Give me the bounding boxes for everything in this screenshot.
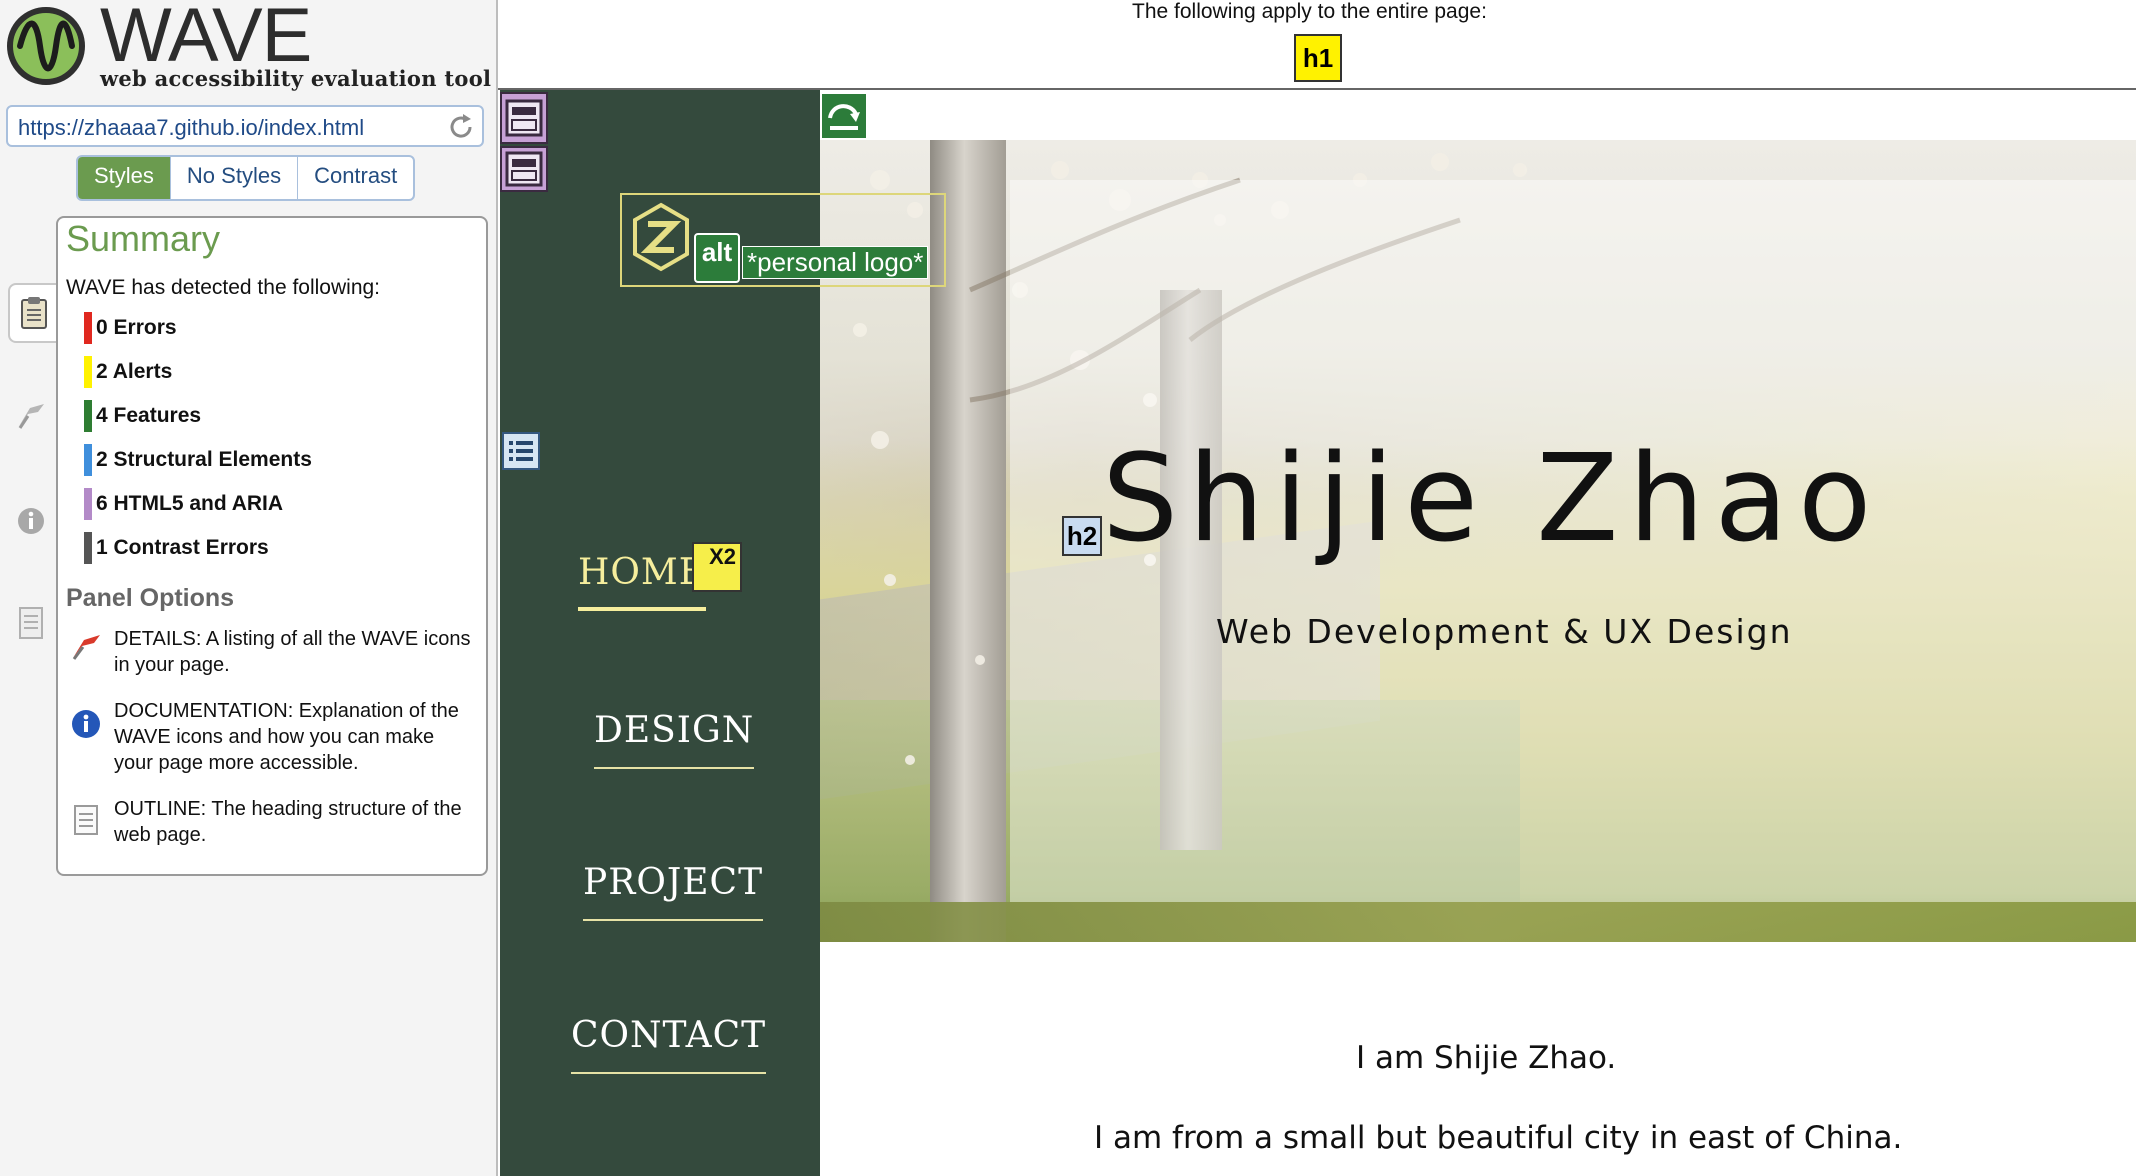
personal-logo-icon[interactable] [630,202,692,272]
errors-count-label: 0 Errors [96,316,177,339]
contrast-color-bar [84,532,92,564]
contrast-errors-count-label: 1 Contrast Errors [96,536,269,559]
contrast-errors-count[interactable]: 1 Contrast Errors [84,532,269,564]
hero-name-heading: Shijie Zhao [1102,430,1882,569]
detected-text: WAVE has detected the following: [66,276,381,299]
details-option-text: DETAILS: A listing of all the WAVE icons… [114,628,471,676]
html5-aria-count[interactable]: 6 HTML5 and ARIA [84,488,283,520]
nav-project-link[interactable]: PROJECT [583,862,764,921]
alerts-count-label: 2 Alerts [96,360,173,383]
details-flag-icon [72,635,100,660]
features-count-label: 4 Features [96,404,202,427]
alerts-count[interactable]: 2 Alerts [84,356,172,388]
structural-count[interactable]: 2 Structural Elements [84,444,312,476]
wave-title: WAVE [100,0,312,78]
errors-count[interactable]: 0 Errors [84,312,177,344]
outline-document-icon [74,805,98,835]
h1-icon[interactable]: h1 [1294,34,1342,82]
wave-sidebar: WAVE web accessibility evaluation tool h… [0,0,498,1176]
html5-aria-color-bar [84,488,92,520]
details-flag-icon[interactable] [8,392,54,438]
view-mode-tabs: Styles No Styles Contrast [76,155,416,201]
documentation-info-icon[interactable] [8,498,54,544]
url-input[interactable]: https://zhaaaa7.github.io/index.html [6,105,484,147]
intro-text: I am Shijie Zhao. [1356,1040,1617,1076]
nav-home-link[interactable]: HOME [578,552,707,611]
wave-logo-icon [7,7,85,85]
summary-title: Summary [66,218,221,259]
intro-text: I am from a small but beautiful city in … [1094,1120,1903,1156]
hero-tagline: Web Development & UX Design [1216,612,1793,651]
tab-styles[interactable]: Styles [78,157,171,199]
h2-icon[interactable]: h2 [1062,516,1102,556]
info-icon [72,710,100,738]
panel-options-title: Panel Options [66,584,235,612]
documentation-option-text: DOCUMENTATION: Explanation of the WAVE i… [114,700,459,774]
structural-count-label: 2 Structural Elements [96,448,312,471]
outline-option-text: OUTLINE: The heading structure of the we… [114,798,462,846]
errors-color-bar [84,312,92,344]
wave-subtitle: web accessibility evaluation tool [100,66,492,91]
tab-no-styles[interactable]: No Styles [171,157,299,199]
summary-panel: Summary WAVE has detected the following:… [56,216,488,876]
landmark-header-icon[interactable] [500,92,548,144]
redundant-link-icon[interactable]: X2 [692,542,742,592]
alerts-color-bar [84,356,92,388]
structural-color-bar [84,444,92,476]
nav-contact-link[interactable]: CONTACT [571,1015,767,1074]
url-input-value: https://zhaaaa7.github.io/index.html [18,115,365,140]
hero-grass-strip [820,902,2136,942]
outline-document-icon[interactable] [8,600,54,646]
entire-page-text: The following apply to the entire page: [1132,0,1487,23]
landmark-navigation-icon[interactable] [500,146,548,192]
html5-aria-count-label: 6 HTML5 and ARIA [96,492,284,515]
skip-link-icon[interactable] [820,92,868,140]
alt-text-icon[interactable]: alt [694,233,740,283]
summary-clipboard-icon[interactable] [8,283,58,343]
tab-contrast[interactable]: Contrast [298,157,413,199]
alt-text-label: *personal logo* [742,246,929,279]
features-count[interactable]: 4 Features [84,400,201,432]
reload-icon[interactable] [446,112,476,142]
unordered-list-icon[interactable] [502,432,540,470]
nav-design-link[interactable]: DESIGN [594,710,755,769]
features-color-bar [84,400,92,432]
